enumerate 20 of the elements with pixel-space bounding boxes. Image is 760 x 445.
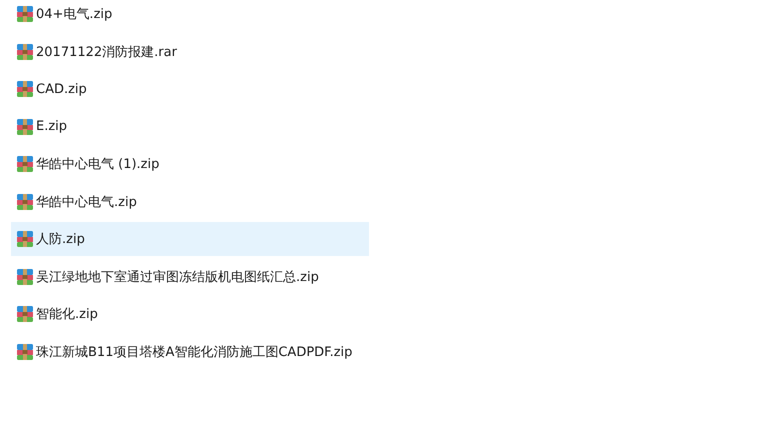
archive-icon [16, 5, 34, 23]
file-item[interactable]: 04+电气.zip [11, 0, 369, 31]
file-item[interactable]: 吴江绿地地下室通过审图冻结版机电图纸汇总.zip [11, 260, 369, 294]
file-item[interactable]: 华皓中心电气.zip [11, 184, 369, 218]
archive-icon [16, 342, 34, 360]
archive-icon [16, 155, 34, 173]
archive-icon [16, 268, 34, 286]
archive-icon [16, 80, 34, 98]
archive-icon [16, 118, 34, 136]
archive-icon [16, 230, 34, 248]
archive-icon [16, 42, 34, 60]
file-item[interactable]: 智能化.zip [11, 297, 369, 331]
file-item[interactable]: 珠江新城B11项目塔楼A智能化消防施工图CADPDF.zip [11, 334, 369, 368]
file-item[interactable]: E.zip [11, 110, 369, 144]
file-item[interactable]: 人防.zip [11, 222, 369, 256]
file-item[interactable]: 20171122消防报建.rar [11, 34, 369, 68]
archive-icon [16, 305, 34, 323]
file-item[interactable]: 华皓中心电气 (1).zip [11, 147, 369, 181]
file-item[interactable]: CAD.zip [11, 72, 369, 106]
archive-icon [16, 192, 34, 210]
